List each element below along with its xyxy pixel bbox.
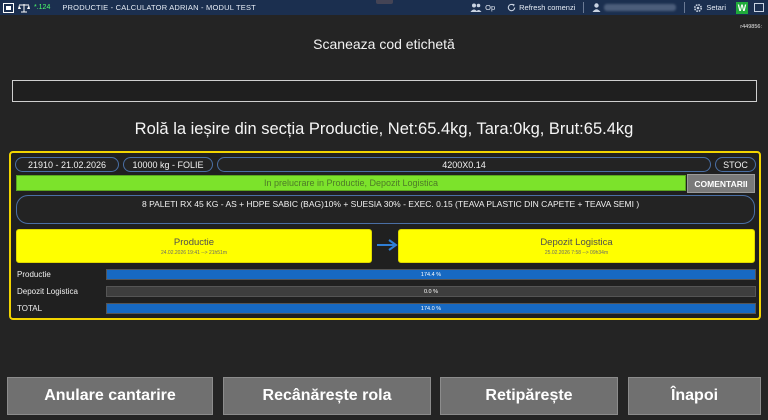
- progress-bar: 174.0 %: [106, 303, 756, 314]
- scan-input[interactable]: [12, 80, 757, 102]
- brand-logo-icon: W: [736, 1, 748, 14]
- quantity-type-pill: 10000 kg - FOLIE: [123, 157, 213, 172]
- order-date-pill: 21910 - 21.02.2026: [15, 157, 119, 172]
- roll-summary-title: Rolă la ieșire din secția Productie, Net…: [134, 120, 634, 138]
- window-title: PRODUCTIE - CALCULATOR ADRIAN - MODUL TE…: [62, 3, 256, 12]
- order-panel: 21910 - 21.02.2026 10000 kg - FOLIE 4200…: [9, 151, 761, 320]
- progress-value: 0.0 %: [423, 288, 439, 295]
- back-button[interactable]: Înapoi: [628, 377, 761, 415]
- user-button[interactable]: [588, 3, 680, 12]
- description-box: 8 PALETI RX 45 KG - AS + HDPE SABIC (BAG…: [16, 195, 755, 224]
- separator: [684, 2, 686, 13]
- window-maximize-icon[interactable]: [754, 3, 764, 12]
- operator-button[interactable]: Op: [466, 3, 499, 12]
- user-name-redacted: [604, 4, 677, 11]
- app-menu-icon[interactable]: [2, 2, 15, 13]
- separator: [583, 2, 585, 13]
- scale-icon[interactable]: [17, 2, 30, 13]
- user-icon: [592, 3, 601, 12]
- settings-label: Setari: [706, 3, 726, 12]
- progress-value: 174.4 %: [420, 271, 442, 278]
- description-text: 8 PALETI RX 45 KG - AS + HDPE SABIC (BAG…: [142, 199, 640, 209]
- progress-row-productie: Productie 174.4 %: [15, 269, 757, 280]
- stage-depozit-logistica[interactable]: Depozit Logistica 25.02.2026 7:58 --> 09…: [398, 229, 755, 263]
- title-bar: *.124 PRODUCTIE - CALCULATOR ADRIAN - MO…: [0, 0, 768, 15]
- users-icon: [470, 3, 482, 12]
- progress-bar: 0.0 %: [106, 286, 756, 297]
- progress-label: Productie: [17, 270, 51, 279]
- gear-icon: [693, 3, 703, 13]
- drag-handle[interactable]: [376, 0, 393, 4]
- stage-name: Productie: [173, 237, 215, 248]
- signal-indicator: *.124: [34, 4, 51, 11]
- arrow-right-icon: [375, 237, 399, 253]
- scan-title: Scaneaza cod etichetă: [313, 36, 455, 52]
- refresh-label: Refresh comenzi: [519, 3, 576, 12]
- progress-label: TOTAL: [17, 304, 43, 313]
- refresh-icon: [507, 3, 516, 12]
- status-bar: In prelucrare in Productie, Depozit Logi…: [16, 175, 686, 191]
- stage-name: Depozit Logistica: [540, 237, 613, 248]
- progress-row-depozit: Depozit Logistica 0.0 %: [15, 286, 757, 297]
- reprint-button[interactable]: Retipărește: [440, 377, 618, 415]
- stage-productie[interactable]: Productie 24.02.2026 19:41 --> 21h51m: [16, 229, 372, 263]
- progress-bar: 174.4 %: [106, 269, 756, 280]
- progress-label: Depozit Logistica: [17, 287, 78, 296]
- progress-row-total: TOTAL 174.0 %: [15, 303, 757, 314]
- comments-button[interactable]: COMENTARII: [687, 174, 755, 193]
- cancel-weighing-button[interactable]: Anulare cantarire: [7, 377, 213, 415]
- stage-time: 24.02.2026 19:41 --> 21h51m: [160, 250, 228, 256]
- build-id: r449856:: [740, 24, 762, 30]
- progress-value: 174.0 %: [420, 305, 442, 312]
- reweigh-roll-button[interactable]: Recânărește rola: [223, 377, 431, 415]
- dimensions-pill: 4200X0.14: [217, 157, 711, 172]
- stage-time: 25.02.2026 7:58 --> 09h34m: [544, 250, 609, 256]
- refresh-orders-button[interactable]: Refresh comenzi: [503, 3, 579, 12]
- stock-pill: STOC: [715, 157, 756, 172]
- settings-button[interactable]: Setari: [689, 3, 730, 13]
- operator-label: Op: [485, 3, 496, 12]
